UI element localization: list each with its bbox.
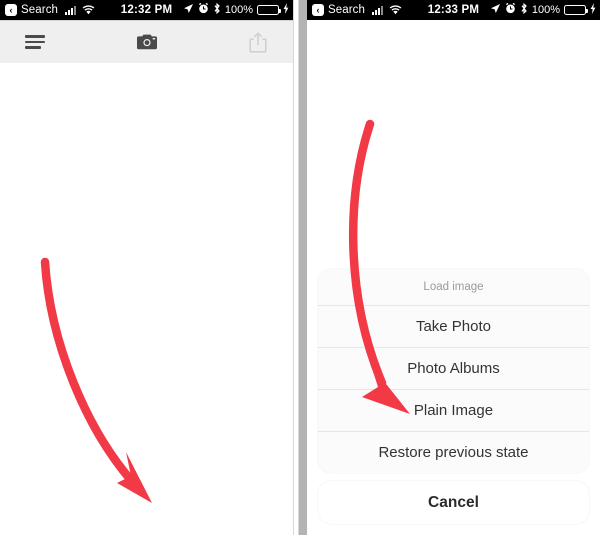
sheet-option-restore-previous-state[interactable]: Restore previous state (317, 432, 589, 473)
left-status-bar: ‹ Search 12:32 PM 100% (0, 0, 294, 20)
alarm-clock-icon (198, 2, 209, 17)
camera-icon (136, 34, 157, 50)
battery-percent-label: 100% (531, 4, 560, 16)
bluetooth-icon (520, 2, 528, 17)
load-image-action-sheet: Load image Take Photo Photo Albums Plain… (307, 269, 600, 535)
right-phone-screenshot: ‹ Search 12:33 PM 100% Load image Take P… (306, 0, 600, 535)
sheet-option-plain-image[interactable]: Plain Image (317, 390, 589, 432)
share-button[interactable] (241, 27, 275, 57)
lightning-bolt-icon (283, 3, 289, 17)
camera-button[interactable] (130, 27, 164, 57)
cancel-button[interactable]: Cancel (317, 481, 589, 524)
two-screenshot-comparison: ‹ Search 12:32 PM 100% ‹ Search 12:33 PM… (0, 0, 600, 535)
red-curved-arrow-to-camera (40, 257, 152, 503)
battery-icon (257, 5, 282, 15)
location-arrow-icon (490, 3, 501, 17)
share-upload-icon (249, 31, 267, 53)
left-annotation-arrow-layer (40, 257, 152, 503)
sheet-option-take-photo[interactable]: Take Photo (317, 306, 589, 348)
sheet-option-photo-albums[interactable]: Photo Albums (317, 348, 589, 390)
hamburger-menu-icon (25, 35, 45, 49)
left-phone-screenshot: ‹ Search 12:32 PM 100% (0, 0, 294, 535)
status-bar-right-group: 100% (490, 2, 596, 17)
location-arrow-icon (183, 3, 194, 17)
battery-percent-label: 100% (224, 4, 254, 16)
lightning-bolt-icon (590, 3, 596, 17)
action-sheet-group: Load image Take Photo Photo Albums Plain… (317, 269, 589, 473)
bluetooth-icon (213, 2, 221, 17)
battery-icon (563, 5, 588, 15)
hamburger-menu-button[interactable] (18, 27, 52, 57)
right-status-bar: ‹ Search 12:33 PM 100% (306, 0, 600, 20)
left-bottom-toolbar (0, 20, 294, 63)
alarm-clock-icon (505, 2, 516, 17)
screenshot-divider (293, 0, 299, 535)
action-sheet-title: Load image (317, 269, 589, 306)
status-bar-right-group: 100% (183, 2, 289, 17)
